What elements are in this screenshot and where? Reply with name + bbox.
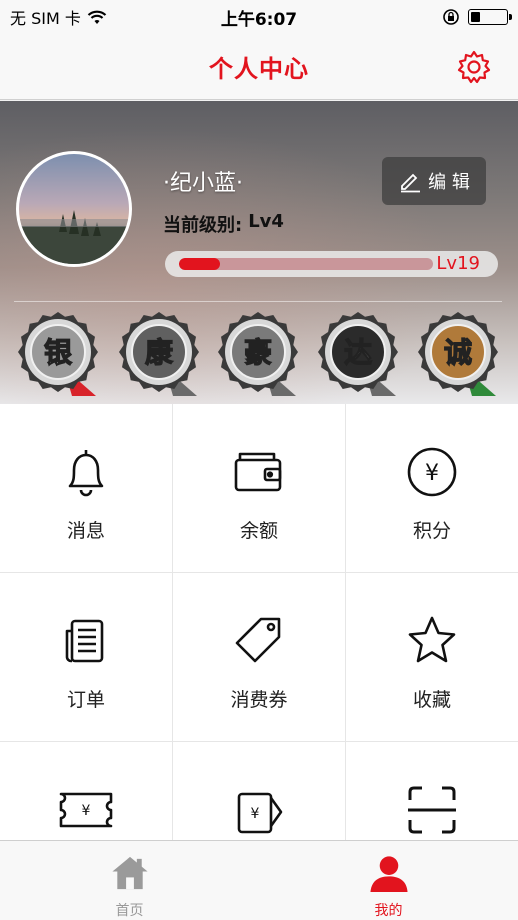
- star-icon: [408, 616, 456, 663]
- username: ·纪小蓝·: [163, 171, 243, 196]
- grid-item-coupons[interactable]: 消费券: [173, 573, 345, 741]
- svg-text:¥: ¥: [251, 806, 260, 822]
- battery-fill: [471, 12, 480, 22]
- grid-item-points[interactable]: ¥ 积分: [346, 404, 518, 572]
- battery-icon: [468, 9, 512, 25]
- menu-grid: 消息 余额 ¥ 积分 订单 消费券 收藏 ¥ ¥: [0, 404, 518, 910]
- level-label: 当前级别:: [163, 215, 243, 236]
- coupon-tag-icon: [235, 617, 281, 663]
- profile-header: ·纪小蓝· 当前级别: Lv4 编 辑 Lv19 银 康 豪 达 诚: [0, 101, 518, 404]
- tab-label: 我的: [374, 903, 403, 919]
- grid-label: 消费券: [230, 689, 288, 711]
- wifi-icon: [87, 10, 107, 24]
- badge-char: 银: [44, 336, 73, 369]
- grid-label: 余额: [239, 520, 278, 542]
- tab-label: 首页: [115, 903, 144, 919]
- badge-char: 诚: [444, 336, 472, 369]
- carrier-label: 无 SIM 卡: [10, 9, 81, 28]
- badge-char: 康: [145, 336, 174, 369]
- order-list-icon: [65, 619, 104, 663]
- nav-bar: 个人中心: [0, 34, 518, 100]
- badge-medal-icon: 银: [18, 312, 98, 396]
- status-left: 无 SIM 卡: [10, 5, 107, 29]
- grid-label: 消息: [66, 520, 105, 542]
- tab-mine[interactable]: 我的: [259, 841, 518, 920]
- badge-row: 银康豪达诚: [0, 308, 518, 404]
- avatar[interactable]: [16, 151, 132, 267]
- gear-icon[interactable]: [456, 49, 492, 85]
- status-bar: 无 SIM 卡 上午6:07: [0, 0, 518, 34]
- next-level-label: Lv19: [436, 253, 480, 274]
- user-icon: [369, 856, 408, 893]
- grid-label: 收藏: [412, 689, 451, 711]
- badge-medal-icon: 达: [318, 312, 398, 396]
- scan-icon: [408, 786, 456, 834]
- bell-icon: [68, 450, 104, 497]
- badge-char: 达: [344, 336, 372, 369]
- badge-char: 豪: [244, 336, 272, 369]
- envelope-yen-icon: ¥: [237, 792, 283, 834]
- badge-medal-icon: 康: [119, 312, 199, 396]
- svg-text:¥: ¥: [82, 803, 91, 819]
- divider: [14, 301, 502, 302]
- tab-bar: 首页 我的: [0, 840, 518, 920]
- grid-item-messages[interactable]: 消息: [0, 404, 172, 572]
- level-badge[interactable]: 诚: [416, 308, 500, 398]
- progress-fill: [179, 258, 220, 270]
- current-level: 当前级别: Lv4: [163, 211, 284, 237]
- level-progress: Lv19: [165, 251, 498, 277]
- edit-button[interactable]: 编 辑: [382, 157, 486, 205]
- grid-item-orders[interactable]: 订单: [0, 573, 172, 741]
- level-badge[interactable]: 达: [316, 308, 400, 398]
- ticket-yen-icon: ¥: [59, 792, 113, 828]
- status-right: [442, 8, 512, 26]
- level-badge[interactable]: 康: [117, 308, 201, 398]
- level-badge[interactable]: 豪: [216, 308, 300, 398]
- grid-label: 积分: [412, 520, 451, 542]
- rotation-lock-icon: [443, 9, 459, 25]
- tab-home[interactable]: 首页: [0, 841, 259, 920]
- progress-track: [179, 258, 433, 270]
- grid-item-favorites[interactable]: 收藏: [346, 573, 518, 741]
- grid-item-balance[interactable]: 余额: [173, 404, 345, 572]
- pencil-icon: [401, 173, 421, 193]
- badge-medal-icon: 豪: [218, 312, 298, 396]
- avatar-image: [19, 210, 129, 264]
- yen-coin-icon: ¥: [407, 447, 457, 497]
- badge-medal-icon: 诚: [418, 312, 498, 396]
- wallet-icon: [234, 452, 282, 492]
- home-icon: [111, 856, 148, 890]
- grid-label: 订单: [66, 689, 105, 711]
- edit-label: 编 辑: [428, 172, 470, 193]
- level-badge[interactable]: 银: [16, 308, 100, 398]
- level-value: Lv4: [248, 211, 284, 232]
- page-title: 个人中心: [209, 55, 309, 83]
- svg-text:¥: ¥: [425, 461, 439, 486]
